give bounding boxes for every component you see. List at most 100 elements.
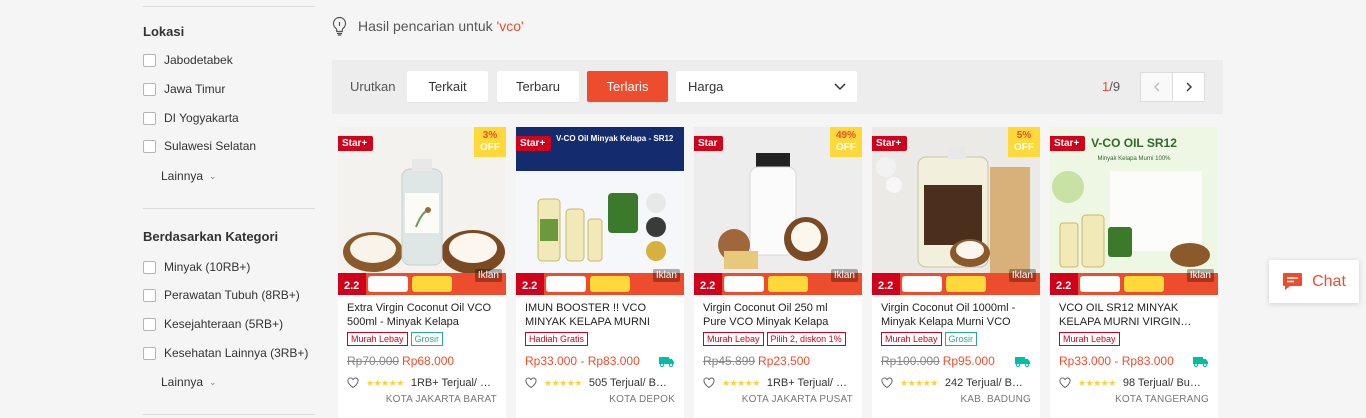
filter-category-option[interactable]: Kesehatan Lainnya (3RB+)	[143, 345, 308, 361]
heart-icon[interactable]	[525, 377, 537, 389]
star-seller-badge: Star	[694, 136, 724, 151]
banner-title: V-CO OIL SR12	[1091, 136, 1177, 150]
product-name[interactable]: Extra Virgin Coconut Oil VCO 500ml - Min…	[347, 301, 497, 329]
ad-badge: Iklan	[652, 269, 680, 282]
chat-label: Chat	[1312, 272, 1346, 290]
divider	[143, 6, 315, 7]
checkbox[interactable]	[143, 260, 156, 274]
svg-text:2.2: 2.2	[522, 280, 537, 292]
star-seller-badge: Star+	[872, 136, 908, 151]
product-meta: ★★★★★ 505 Terjual/ B…	[525, 376, 667, 390]
product-price: Rp70.000 Rp68.000	[347, 354, 455, 368]
tag-promo: Murah Lebay	[703, 332, 764, 346]
sort-relevance-button[interactable]: Terkait	[407, 71, 488, 102]
product-card[interactable]: V-CO Oil Minyak Kelapa - SR12 2.2 Star+ …	[516, 127, 684, 418]
filter-location-title: Lokasi	[143, 24, 185, 39]
heart-icon[interactable]	[881, 377, 893, 389]
product-meta: ★★★★★ 1RB+ Terjual/ …	[703, 376, 847, 390]
product-tags: Murah Lebay Grosir	[881, 332, 980, 346]
filter-category-title: Berdasarkan Kategori	[143, 229, 279, 244]
product-name[interactable]: Virgin Coconut Oil 250 ml Pure VCO Minya…	[703, 301, 853, 329]
tag-promo: Murah Lebay	[347, 332, 408, 346]
shop-location: KAB. BADUNG	[960, 394, 1031, 405]
product-card[interactable]: V-CO OIL SR12 Minyak Kelapa Murni 100% 2…	[1050, 127, 1218, 418]
filter-location-more[interactable]: Lainnya ⌄	[161, 169, 217, 183]
search-hint-prefix: Hasil pencarian untuk	[358, 18, 497, 34]
heart-icon[interactable]	[347, 377, 359, 389]
discount-badge: 49% OFF	[830, 127, 862, 157]
tag-promo: Murah Lebay	[1059, 332, 1120, 346]
checkbox[interactable]	[143, 111, 156, 125]
tag-gift: Hadiah Gratis	[525, 332, 589, 346]
product-card[interactable]: 2.2 3% OFF Star+ Iklan Extra Virgin Cocon…	[338, 127, 506, 418]
checkbox[interactable]	[143, 288, 156, 302]
chevron-right-icon	[1186, 82, 1192, 92]
product-price: Rp33.000 - Rp83.000	[525, 354, 640, 368]
chevron-left-icon	[1153, 82, 1159, 92]
svg-text:2.2: 2.2	[700, 280, 715, 292]
sort-label: Urutkan	[350, 79, 396, 94]
product-card[interactable]: 2.2 5% OFF Star+ Iklan Virgin Coconut Oil…	[872, 127, 1040, 418]
filter-category-option[interactable]: Kesejahteraan (5RB+)	[143, 316, 283, 332]
divider	[143, 208, 315, 209]
free-shipping-icon	[659, 357, 674, 367]
chat-button[interactable]: Chat	[1269, 260, 1359, 303]
product-name[interactable]: Virgin Coconut Oil 1000ml - Minyak Kelap…	[881, 301, 1031, 329]
svg-text:2.2: 2.2	[344, 280, 359, 292]
free-shipping-icon	[1193, 357, 1208, 367]
product-tags: Murah Lebay Pilih 2, diskon 1%	[703, 332, 849, 346]
ad-badge: Iklan	[1186, 269, 1214, 282]
divider	[143, 414, 315, 415]
chevron-down-icon: ⌄	[209, 376, 217, 387]
filter-category-option[interactable]: Perawatan Tubuh (8RB+)	[143, 287, 300, 303]
filter-category-option[interactable]: Minyak (10RB+)	[143, 259, 250, 275]
free-shipping-icon	[1015, 357, 1030, 367]
product-name[interactable]: IMUN BOOSTER !! VCO MINYAK KELAPA MURNI …	[525, 301, 675, 329]
ad-badge: Iklan	[474, 269, 502, 282]
checkbox[interactable]	[143, 82, 156, 96]
tag-promo: Murah Lebay	[881, 332, 942, 346]
sort-bestselling-button[interactable]: Terlaris	[587, 71, 668, 102]
rating-stars: ★★★★★	[1078, 377, 1116, 388]
prev-page-button[interactable]	[1140, 72, 1173, 102]
search-keyword: 'vco'	[496, 18, 524, 34]
sold-count: 1RB+ Terjual/ …	[410, 377, 492, 389]
discount-badge: 3% OFF	[474, 127, 506, 157]
rating-stars: ★★★★★	[722, 377, 760, 388]
product-card[interactable]: 2.2 49% OFF Star Iklan Virgin Coconut Oil…	[694, 127, 862, 418]
price-sort-select[interactable]: Harga	[676, 71, 857, 102]
checkbox[interactable]	[143, 139, 156, 153]
rating-stars: ★★★★★	[544, 377, 582, 388]
page-indicator: 1/9	[1102, 79, 1121, 94]
next-page-button[interactable]	[1172, 72, 1205, 102]
sort-bar: Urutkan Terkait Terbaru Terlaris Harga 1…	[332, 60, 1223, 114]
sort-latest-button[interactable]: Terbaru	[497, 71, 579, 102]
chevron-down-icon: ⌄	[209, 170, 217, 181]
filter-location-option[interactable]: Jawa Timur	[143, 81, 225, 97]
product-meta: ★★★★★ 98 Terjual/ Bu…	[1059, 376, 1201, 390]
product-price: Rp100.000 Rp95.000	[881, 354, 995, 368]
filter-location-option[interactable]: Jabodetabek	[143, 52, 233, 68]
tag-wholesale: Grosir	[944, 332, 978, 346]
filter-location-option[interactable]: DI Yogyakarta	[143, 110, 239, 126]
checkbox[interactable]	[143, 53, 156, 67]
heart-icon[interactable]	[1059, 377, 1071, 389]
banner-subtitle: Minyak Kelapa Murni 100%	[1097, 156, 1171, 162]
star-seller-badge: Star+	[516, 136, 552, 151]
filter-category-more[interactable]: Lainnya ⌄	[161, 375, 217, 389]
product-meta: ★★★★★ 1RB+ Terjual/ …	[347, 376, 491, 390]
discount-badge: 5% OFF	[1008, 127, 1040, 157]
product-tags: Murah Lebay Grosir	[347, 332, 446, 346]
filter-sidebar: Lokasi Jabodetabek Jawa Timur DI Yogyaka…	[143, 0, 315, 418]
checkbox[interactable]	[143, 317, 156, 331]
ad-badge: Iklan	[1008, 269, 1036, 282]
star-seller-badge: Star+	[338, 136, 374, 151]
lightbulb-icon	[332, 16, 347, 36]
tag-bundle: Pilih 2, diskon 1%	[766, 332, 846, 346]
shop-location: KOTA JAKARTA BARAT	[385, 394, 497, 405]
checkbox[interactable]	[143, 346, 156, 360]
filter-location-option[interactable]: Sulawesi Selatan	[143, 138, 256, 154]
product-name[interactable]: VCO OIL SR12 MINYAK KELAPA MURNI VIRGIN…	[1059, 301, 1209, 329]
heart-icon[interactable]	[703, 377, 715, 389]
shop-location: KOTA JAKARTA PUSAT	[741, 394, 853, 405]
